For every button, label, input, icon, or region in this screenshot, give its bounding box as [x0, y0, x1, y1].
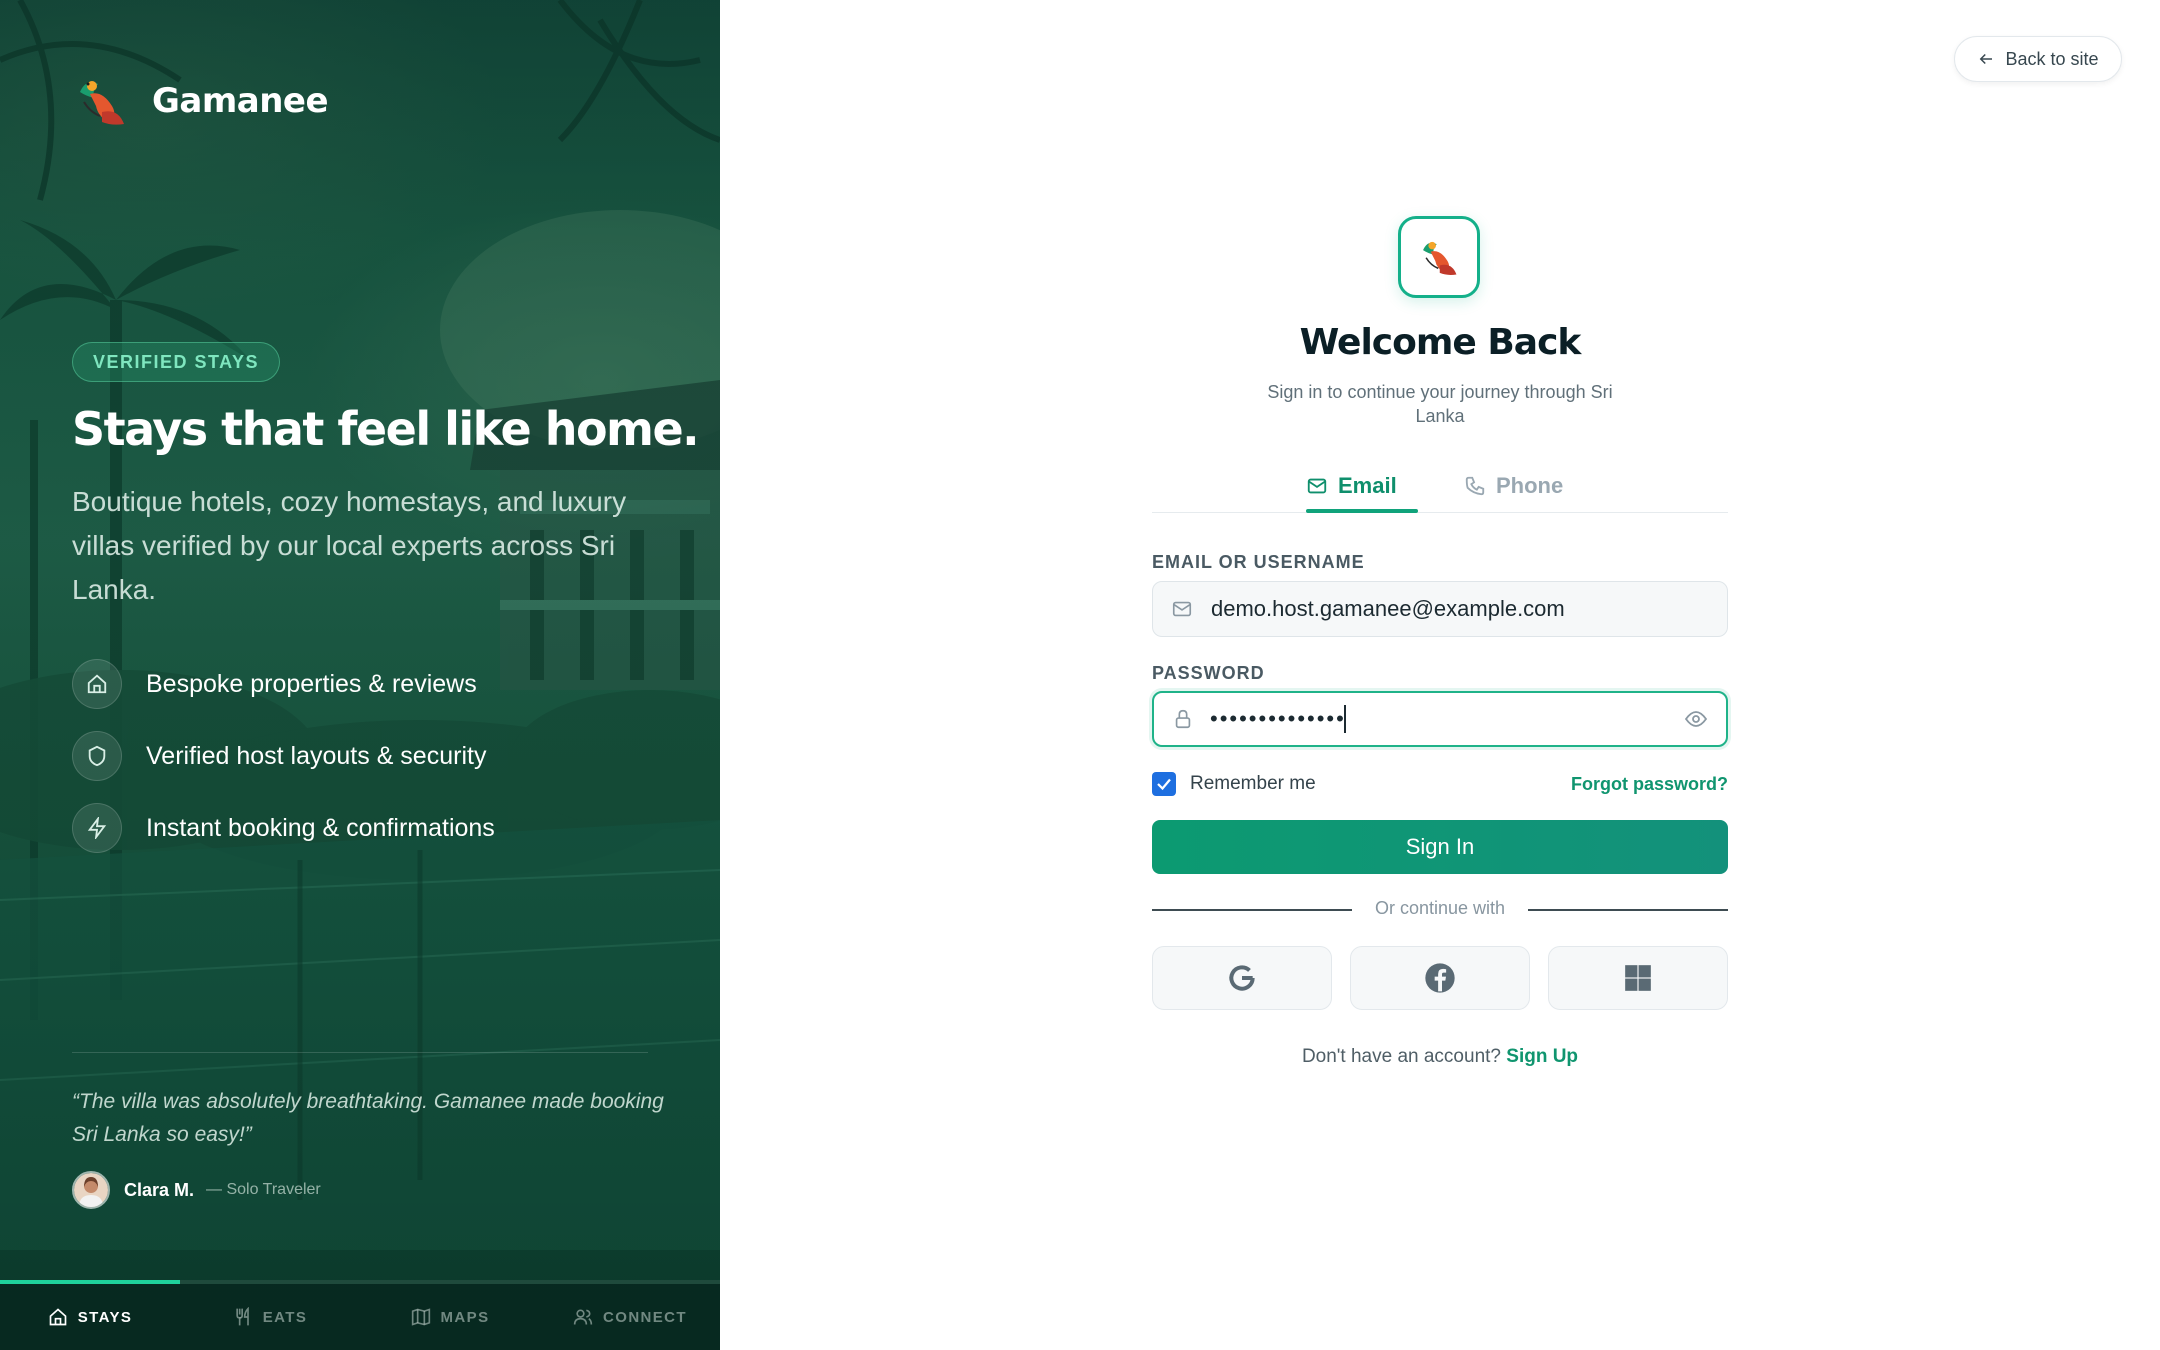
author-role: — Solo Traveler — [206, 1181, 321, 1198]
password-value-area: •••••••••••••• — [1210, 705, 1684, 733]
feature-item: Instant booking & confirmations — [72, 792, 495, 864]
hero-title: Stays that feel like home. — [72, 402, 700, 456]
signup-prompt: Don't have an account? — [1301, 1046, 1507, 1067]
avatar — [72, 1171, 110, 1209]
nav-label: STAYS — [77, 1308, 133, 1326]
mail-icon — [1307, 478, 1327, 494]
phone-icon — [1465, 476, 1485, 496]
nav-label: CONNECT — [603, 1308, 687, 1326]
facebook-icon — [1425, 963, 1455, 993]
password-field[interactable]: •••••••••••••• — [1210, 706, 1346, 732]
feature-label: Verified host layouts & security — [146, 741, 487, 770]
form-title: Welcome Back — [1299, 322, 1582, 363]
sign-in-button[interactable]: Sign In — [1152, 820, 1728, 874]
email-label: EMAIL OR USERNAME — [1152, 552, 1365, 572]
author-name: Clara M. — [124, 1179, 195, 1200]
brand-logo-icon — [1423, 241, 1457, 275]
tab-phone[interactable]: Phone — [1464, 460, 1563, 512]
divider-line-right — [1528, 909, 1728, 911]
bottom-nav: STAYS EATS MAPS CONNECT — [0, 1284, 720, 1350]
signup-row: Don't have an account? Sign Up — [1152, 1046, 1728, 1068]
feature-label: Instant booking & confirmations — [146, 813, 495, 842]
brand-logo-icon — [80, 81, 124, 125]
active-tab-indicator — [1306, 509, 1418, 513]
password-field-wrapper: •••••••••••••• — [1152, 691, 1728, 747]
tab-label: Phone — [1496, 473, 1564, 498]
text-caret — [1343, 705, 1346, 733]
microsoft-icon — [1625, 965, 1651, 991]
back-to-site-button[interactable]: Back to site — [1954, 36, 2122, 82]
testimonial-divider — [72, 1052, 648, 1053]
tab-label: Email — [1338, 473, 1397, 498]
hero-panel: Gamanee VERIFIED STAYS Stays that feel l… — [0, 0, 720, 1350]
tab-email[interactable]: Email — [1306, 460, 1397, 512]
microsoft-login-button[interactable] — [1548, 946, 1728, 1010]
facebook-login-button[interactable] — [1350, 946, 1530, 1010]
home-icon — [72, 659, 122, 709]
google-login-button[interactable] — [1152, 946, 1332, 1010]
app-logo — [1398, 216, 1480, 298]
feature-label: Bespoke properties & reviews — [146, 669, 477, 698]
nav-label: MAPS — [440, 1308, 490, 1326]
eye-icon[interactable] — [1684, 707, 1708, 731]
nav-item-maps[interactable]: MAPS — [360, 1284, 540, 1350]
password-label: PASSWORD — [1152, 663, 1265, 683]
nav-item-eats[interactable]: EATS — [180, 1284, 360, 1350]
remember-checkbox[interactable] — [1152, 772, 1176, 796]
login-method-tabs: Email Phone — [1152, 460, 1728, 513]
arrow-left-icon — [1980, 53, 1993, 65]
back-label: Back to site — [2005, 48, 2099, 69]
hero-description: Boutique hotels, cozy homestays, and lux… — [72, 486, 627, 605]
forgot-password-link[interactable]: Forgot password? — [1571, 774, 1728, 795]
feature-item: Bespoke properties & reviews — [72, 648, 495, 720]
testimonial-quote: “The villa was absolutely breathtaking. … — [72, 1090, 664, 1146]
feature-item: Verified host layouts & security — [72, 720, 495, 792]
fork-knife-icon — [236, 1307, 249, 1326]
users-icon — [573, 1309, 593, 1325]
brand[interactable]: Gamanee — [72, 72, 329, 130]
nav-item-stays[interactable]: STAYS — [0, 1284, 180, 1350]
nav-label: EATS — [262, 1308, 308, 1326]
remember-label: Remember me — [1190, 773, 1316, 794]
google-icon — [1229, 965, 1255, 991]
testimonial-author: Clara M. — Solo Traveler — [72, 1171, 321, 1209]
map-icon — [411, 1308, 430, 1326]
remember-me[interactable]: Remember me — [1152, 772, 1316, 796]
email-field[interactable] — [1209, 595, 1709, 623]
form-subtitle: Sign in to continue your journey through… — [1267, 382, 1613, 426]
lock-icon — [1175, 709, 1191, 729]
feature-list: Bespoke properties & reviews Verified ho… — [72, 648, 495, 864]
verified-stays-badge: VERIFIED STAYS — [72, 342, 281, 382]
brand-name: Gamanee — [152, 81, 329, 121]
social-divider: Or continue with — [1152, 898, 1728, 922]
email-field-wrapper — [1152, 581, 1728, 637]
check-icon — [1157, 778, 1171, 791]
nav-item-connect[interactable]: CONNECT — [540, 1284, 720, 1350]
home-icon — [49, 1308, 67, 1326]
sign-up-link[interactable]: Sign Up — [1506, 1046, 1578, 1067]
lightning-icon — [72, 803, 122, 853]
shield-icon — [72, 731, 122, 781]
mail-icon — [1172, 601, 1192, 617]
